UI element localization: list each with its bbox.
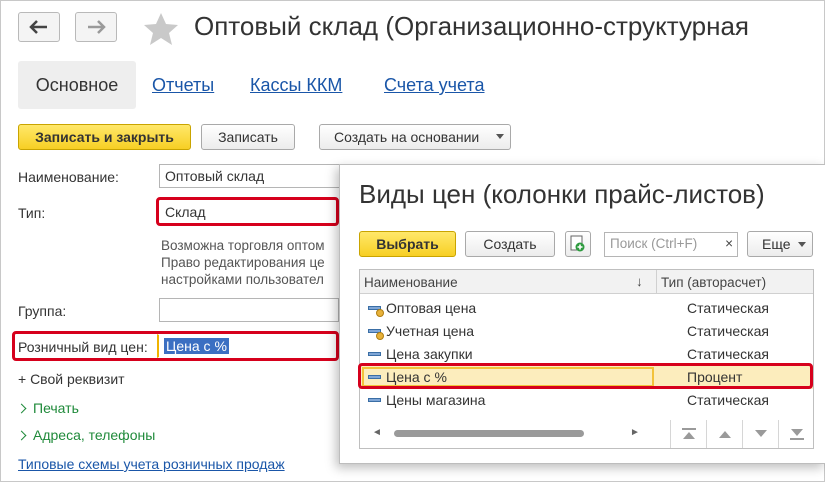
table-row[interactable]: Цены магазина Статическая bbox=[360, 389, 813, 412]
group-label: Группа: bbox=[18, 303, 67, 319]
addresses-section[interactable]: Адреса, телефоны bbox=[16, 427, 156, 443]
table-header: Наименование ↓ Тип (авторасчет) bbox=[360, 270, 813, 294]
go-last-icon bbox=[789, 429, 804, 440]
scrollbar-thumb[interactable] bbox=[394, 430, 584, 437]
scroll-left-icon[interactable]: ◄ bbox=[372, 427, 382, 438]
clear-search-icon[interactable]: × bbox=[725, 236, 733, 251]
print-label: Печать bbox=[33, 400, 79, 416]
column-divider bbox=[656, 270, 657, 294]
column-type-header[interactable]: Тип (авторасчет) bbox=[661, 275, 766, 290]
group-input[interactable] bbox=[159, 298, 339, 322]
price-type-icon bbox=[368, 306, 384, 317]
price-type-icon bbox=[368, 329, 384, 340]
retail-price-highlight bbox=[12, 331, 339, 361]
price-types-popup: Виды цен (колонки прайс-листов) Выбрать … bbox=[339, 164, 825, 464]
go-up-icon bbox=[718, 431, 731, 438]
tab-main[interactable]: Основное bbox=[18, 61, 136, 109]
sort-desc-icon[interactable]: ↓ bbox=[636, 274, 643, 289]
selected-row-highlight bbox=[358, 363, 813, 389]
hint-line-1: Возможна торговля оптом bbox=[161, 238, 325, 253]
create-button[interactable]: Создать bbox=[465, 231, 555, 257]
name-label: Наименование: bbox=[18, 169, 119, 185]
go-first-icon bbox=[681, 428, 696, 439]
select-button[interactable]: Выбрать bbox=[359, 231, 456, 257]
arrow-left-icon bbox=[29, 20, 47, 34]
chevron-down-icon bbox=[798, 242, 806, 247]
table-row[interactable]: Учетная цена Статическая bbox=[360, 320, 813, 343]
retail-schemes-link[interactable]: Типовые схемы учета розничных продаж bbox=[18, 456, 285, 472]
row-name: Оптовая цена bbox=[386, 300, 477, 316]
copy-green-icon bbox=[570, 235, 585, 252]
hint-line-3: настройками пользовател bbox=[161, 272, 324, 287]
print-section[interactable]: Печать bbox=[16, 400, 79, 416]
type-highlight bbox=[156, 197, 339, 226]
search-input[interactable]: Поиск (Ctrl+F) × bbox=[604, 232, 738, 257]
window-title: Оптовый склад (Организационно-структурна… bbox=[194, 11, 750, 41]
save-and-close-button[interactable]: Записать и закрыть bbox=[18, 124, 191, 150]
create-based-on-button[interactable]: Создать на основании bbox=[319, 124, 511, 150]
row-name: Цены магазина bbox=[386, 392, 486, 408]
go-down-icon bbox=[754, 430, 767, 437]
chevron-right-icon bbox=[16, 430, 27, 441]
tab-cash-registers[interactable]: Кассы ККМ bbox=[250, 75, 342, 96]
horizontal-scrollbar[interactable]: ◄ ► bbox=[360, 418, 656, 448]
chevron-down-icon bbox=[496, 134, 504, 139]
go-last-button[interactable] bbox=[778, 420, 814, 448]
arrow-right-icon bbox=[88, 20, 106, 34]
addresses-label: Адреса, телефоны bbox=[33, 427, 156, 443]
hint-line-2: Право редактирования це bbox=[161, 255, 325, 270]
chevron-right-icon bbox=[16, 403, 27, 414]
price-type-icon bbox=[368, 352, 381, 356]
create-based-on-label: Создать на основании bbox=[334, 129, 480, 145]
row-name: Учетная цена bbox=[386, 323, 475, 339]
column-name-header[interactable]: Наименование bbox=[364, 275, 458, 290]
search-placeholder: Поиск (Ctrl+F) bbox=[610, 236, 698, 251]
go-down-button[interactable] bbox=[742, 420, 778, 448]
star-icon bbox=[144, 13, 178, 45]
tab-reports[interactable]: Отчеты bbox=[152, 75, 214, 96]
scroll-right-icon[interactable]: ► bbox=[630, 427, 640, 438]
row-name: Цена закупки bbox=[386, 346, 473, 362]
tab-accounts[interactable]: Счета учета bbox=[384, 75, 485, 96]
more-label: Еще bbox=[762, 236, 791, 252]
more-button[interactable]: Еще bbox=[747, 231, 813, 257]
price-type-icon bbox=[368, 398, 381, 402]
popup-title: Виды цен (колонки прайс-листов) bbox=[359, 179, 765, 209]
forward-button[interactable] bbox=[75, 12, 117, 42]
row-type: Статическая bbox=[687, 300, 769, 316]
own-attribute-link[interactable]: + Свой реквизит bbox=[18, 371, 125, 387]
row-type: Статическая bbox=[687, 346, 769, 362]
table-row[interactable]: Оптовая цена Статическая bbox=[360, 297, 813, 320]
copy-button[interactable] bbox=[565, 231, 591, 257]
favorite-button[interactable] bbox=[142, 11, 180, 52]
row-type: Статическая bbox=[687, 323, 769, 339]
go-first-button[interactable] bbox=[670, 420, 706, 448]
row-type: Статическая bbox=[687, 392, 769, 408]
type-label: Тип: bbox=[18, 205, 46, 221]
save-button[interactable]: Записать bbox=[201, 124, 295, 150]
go-up-button[interactable] bbox=[706, 420, 742, 448]
back-button[interactable] bbox=[18, 12, 60, 42]
